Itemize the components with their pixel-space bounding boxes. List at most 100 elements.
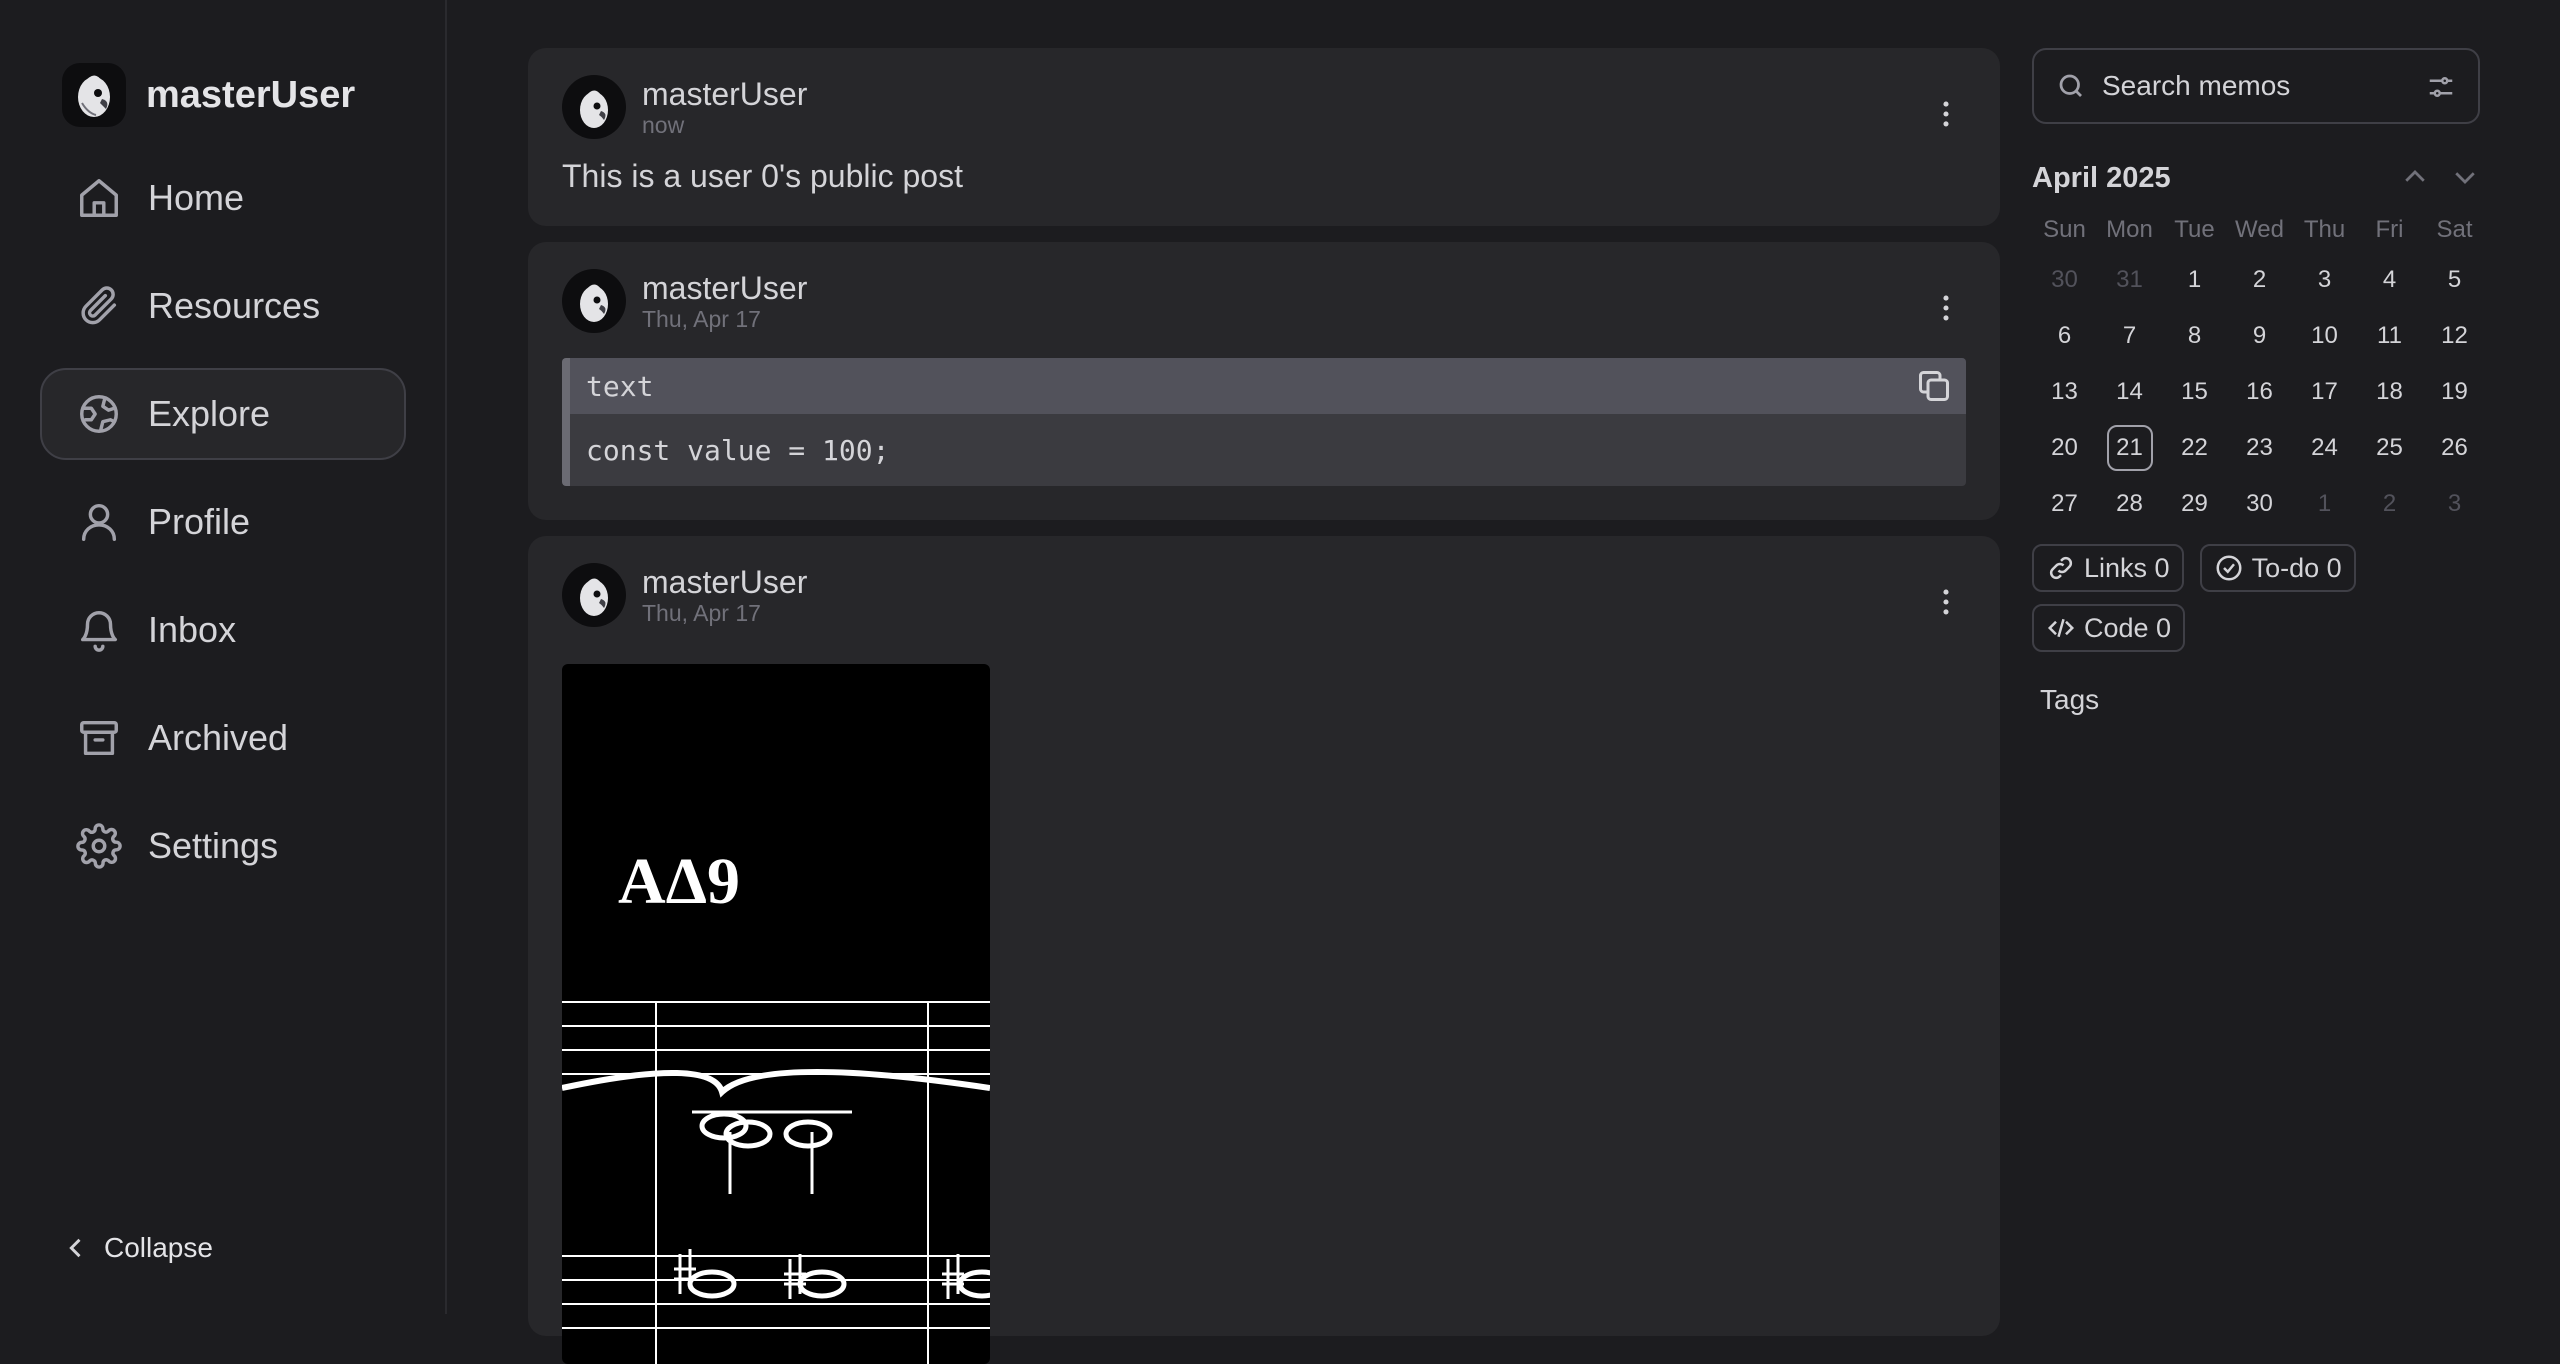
- calendar-day[interactable]: 24: [2292, 420, 2357, 476]
- nav-label: Inbox: [148, 609, 237, 650]
- brand[interactable]: masterUser: [62, 63, 355, 127]
- archive-icon: [80, 720, 118, 756]
- calendar-day[interactable]: 18: [2357, 364, 2422, 420]
- calendar-day[interactable]: 20: [2032, 420, 2097, 476]
- memo-author[interactable]: masterUser: [642, 270, 807, 306]
- collapse-button[interactable]: Collapse: [62, 1232, 213, 1264]
- calendar-day[interactable]: 27: [2032, 476, 2097, 532]
- weekday-label: Sun: [2043, 216, 2086, 243]
- nav-label: Archived: [148, 717, 289, 758]
- calendar-day[interactable]: 15: [2162, 364, 2227, 420]
- calendar-day[interactable]: 2: [2357, 476, 2422, 532]
- calendar-day[interactable]: 5: [2422, 252, 2487, 308]
- calendar-day[interactable]: 3: [2292, 252, 2357, 308]
- chevron-down-icon[interactable]: [2450, 162, 2480, 192]
- chevron-left-icon: [69, 1238, 81, 1258]
- nav-item-profile[interactable]: Profile: [40, 476, 406, 568]
- nav-item-resources[interactable]: Resources: [40, 260, 406, 352]
- nav-label: Explore: [148, 393, 271, 434]
- calendar-day-today[interactable]: 21: [2097, 420, 2162, 476]
- memo-timestamp: now: [642, 112, 685, 138]
- calendar-day[interactable]: 8: [2162, 308, 2227, 364]
- code-block: text const value = 100;: [562, 358, 1966, 486]
- nav-label: Profile: [148, 501, 251, 542]
- vertical-dots-icon: [1943, 589, 1949, 615]
- calendar-day[interactable]: 25: [2357, 420, 2422, 476]
- todo-stat[interactable]: To-do 0: [2199, 544, 2356, 592]
- links-stat[interactable]: Links 0: [2032, 544, 2184, 592]
- calendar-day[interactable]: 7: [2097, 308, 2162, 364]
- nav-item-inbox[interactable]: Inbox: [40, 584, 406, 676]
- today-marker: 21: [2106, 425, 2153, 471]
- check-circle-icon: [2216, 555, 2242, 581]
- calendar-grid: Sun Mon Tue Wed Thu Fri Sat 30 31 1 2 3 4 5 6 7 8 9 10 11 12…: [2032, 208, 2480, 532]
- calendar-day[interactable]: 12: [2422, 308, 2487, 364]
- calendar-day[interactable]: 9: [2227, 308, 2292, 364]
- avatar[interactable]: [562, 563, 626, 627]
- calendar-day[interactable]: 4: [2357, 252, 2422, 308]
- code-language-header: text: [570, 358, 1966, 414]
- home-icon: [80, 179, 118, 217]
- stat-label: Code 0: [2084, 612, 2172, 643]
- memo-header: masterUser Thu, Apr 17: [562, 268, 1966, 334]
- code-stat[interactable]: Code 0: [2032, 604, 2186, 652]
- chevron-up-icon[interactable]: [2400, 162, 2430, 192]
- vertical-dots-icon: [1943, 101, 1949, 127]
- memo-image[interactable]: AΔ9: [562, 664, 990, 1364]
- calendar-day[interactable]: 14: [2097, 364, 2162, 420]
- sidebar: masterUser Home Resources Explore Profil…: [0, 0, 447, 1314]
- calendar-day[interactable]: 2: [2227, 252, 2292, 308]
- weekday-label: Fri: [2375, 216, 2404, 243]
- more-options-button[interactable]: [1926, 582, 1966, 622]
- calendar-day[interactable]: 17: [2292, 364, 2357, 420]
- calendar-day[interactable]: 3: [2422, 476, 2487, 532]
- calendar-day[interactable]: 23: [2227, 420, 2292, 476]
- nav-item-settings[interactable]: Settings: [40, 800, 406, 892]
- more-options-button[interactable]: [1926, 288, 1966, 328]
- calendar-day[interactable]: 26: [2422, 420, 2487, 476]
- gear-icon: [76, 823, 122, 869]
- calendar-day[interactable]: 30: [2227, 476, 2292, 532]
- avatar[interactable]: [562, 269, 626, 333]
- calendar-day[interactable]: 29: [2162, 476, 2227, 532]
- code-icon: [2047, 618, 2075, 638]
- paperclip-icon: [81, 286, 117, 325]
- nav-label: Resources: [148, 285, 321, 326]
- calendar-day[interactable]: 16: [2227, 364, 2292, 420]
- memo-author[interactable]: masterUser: [642, 76, 807, 112]
- sliders-icon: [2429, 77, 2453, 97]
- weekday-label: Sat: [2436, 216, 2473, 243]
- memo-author[interactable]: masterUser: [642, 564, 807, 600]
- memo-feed: masterUser now This is a user 0's public…: [528, 48, 2000, 1364]
- code-content: const value = 100;: [586, 433, 890, 467]
- calendar-day[interactable]: 13: [2032, 364, 2097, 420]
- calendar-day[interactable]: 6: [2032, 308, 2097, 364]
- calendar-day[interactable]: 30: [2032, 252, 2097, 308]
- nav-item-home[interactable]: Home: [40, 152, 406, 244]
- calendar-month: April 2025: [2032, 161, 2171, 194]
- calendar-day[interactable]: 1: [2162, 252, 2227, 308]
- copy-button[interactable]: [1916, 368, 1952, 404]
- calendar-day[interactable]: 11: [2357, 308, 2422, 364]
- calendar-day[interactable]: 28: [2097, 476, 2162, 532]
- nav-item-archived[interactable]: Archived: [40, 692, 406, 784]
- search-box[interactable]: [2032, 48, 2480, 124]
- weekday-label: Mon: [2106, 216, 2153, 243]
- avatar[interactable]: [562, 75, 626, 139]
- nav-item-explore[interactable]: Explore: [40, 368, 406, 460]
- calendar-day[interactable]: 10: [2292, 308, 2357, 364]
- bell-icon: [80, 611, 118, 652]
- calendar-day[interactable]: 19: [2422, 364, 2487, 420]
- memo-card: masterUser Thu, Apr 17 AΔ9: [528, 536, 2000, 1364]
- calendar-day[interactable]: 1: [2292, 476, 2357, 532]
- memo-meta: masterUser Thu, Apr 17: [642, 270, 807, 332]
- main-nav: Home Resources Explore Profile Inbox Arc…: [40, 152, 406, 908]
- filter-button[interactable]: [2426, 72, 2456, 102]
- calendar-day[interactable]: 22: [2162, 420, 2227, 476]
- more-options-button[interactable]: [1926, 94, 1966, 134]
- calendar-day[interactable]: 31: [2097, 252, 2162, 308]
- search-input[interactable]: [2100, 69, 2400, 103]
- memo-card: masterUser Thu, Apr 17 text const value …: [528, 242, 2000, 520]
- memo-meta: masterUser Thu, Apr 17: [642, 564, 807, 626]
- search-icon: [2059, 74, 2082, 97]
